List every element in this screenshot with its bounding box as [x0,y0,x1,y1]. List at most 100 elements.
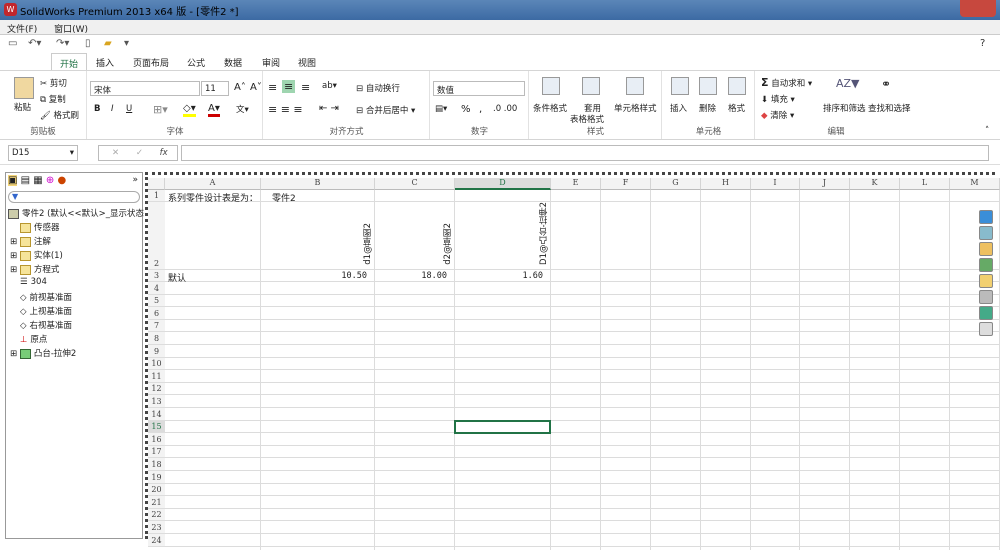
tab-home[interactable]: 开始 [51,53,88,71]
tree-item-origin[interactable]: ⊥ 原点 [20,333,47,345]
format-painter-button[interactable]: 🖌 格式刷 [40,109,79,121]
close-window-button[interactable] [960,0,996,17]
display-manager-tab-icon[interactable]: ● [58,175,67,186]
insert-cells-icon[interactable] [671,77,689,95]
tab-formulas[interactable]: 公式 [187,56,205,69]
row-header-19[interactable]: 19 [148,471,165,484]
accounting-icon[interactable]: ▤▾ [435,104,447,114]
grow-font-icon[interactable]: A˄ [234,82,246,93]
cell-styles-icon[interactable] [626,77,644,95]
expand-panel-icon[interactable]: » [132,175,138,185]
indent-icon[interactable]: ⇤ ⇥ [319,103,339,114]
paste-icon[interactable] [14,77,34,99]
dimxpert-tab-icon[interactable]: ⊕ [46,175,54,186]
row-header-4[interactable]: 4 [148,282,165,295]
row-header-8[interactable]: 8 [148,332,165,345]
file-explorer-icon[interactable] [979,242,993,256]
tree-item-material[interactable]: ☰ 304 [20,277,47,287]
insert-cells-button[interactable]: 插入 [670,102,687,114]
orientation-icon[interactable]: ab▾ [322,81,337,91]
align-left-icon[interactable]: ≡ ≡ ≡ [268,103,303,116]
save-icon[interactable]: ▭ [8,38,17,49]
cell-styles-button[interactable]: 单元格样式 [614,102,657,114]
tree-item-front-plane[interactable]: ◇ 前视基准面 [20,291,72,303]
row-header-24[interactable]: 24 [148,534,165,547]
cut-button[interactable]: ✂ 剪切 [40,77,67,89]
redo-icon[interactable]: ↷▾ [56,38,69,49]
column-header-C[interactable]: C [375,178,455,190]
shrink-font-icon[interactable]: A˅ [250,82,262,93]
undo-icon[interactable]: ↶▾ [28,38,41,49]
column-header-G[interactable]: G [651,178,701,190]
fill-button[interactable]: ⬇ 填充 ▾ [761,93,795,105]
row-header-20[interactable]: 20 [148,483,165,497]
function-icon[interactable]: fx [160,148,168,158]
name-box[interactable]: D15 ▾ [8,145,78,161]
folder-icon[interactable] [979,274,993,288]
resources-icon[interactable] [979,210,993,224]
align-bottom-icon[interactable]: ≡ [301,81,310,94]
column-header-D[interactable]: D [455,178,551,190]
row-header-2[interactable]: 2 [148,202,165,270]
row-header-7[interactable]: 7 [148,319,165,333]
number-format-select[interactable]: 数值 [433,81,525,96]
tab-data[interactable]: 数据 [224,56,242,69]
cell-B1[interactable]: 零件2 [272,191,296,204]
row-header-17[interactable]: 17 [148,445,165,459]
font-color-icon[interactable]: A▾ [208,103,220,117]
column-header-F[interactable]: F [601,178,651,190]
tree-item-annotations[interactable]: ⊞ 注解 [10,235,51,247]
row-header-5[interactable]: 5 [148,294,165,308]
column-header-H[interactable]: H [701,178,751,190]
row-header-14[interactable]: 14 [148,408,165,421]
cell-B2[interactable]: d1@草图2 [362,223,374,265]
row-header-23[interactable]: 23 [148,521,165,534]
column-header-A[interactable]: A [165,178,261,190]
format-cells-icon[interactable] [728,77,746,95]
tree-item-boss-extrude2[interactable]: ⊞ 凸台-拉伸2 [10,347,76,359]
tab-review[interactable]: 审阅 [262,56,280,69]
cell-A1[interactable]: 系列零件设计表是为： [168,191,258,204]
row-header-11[interactable]: 11 [148,370,165,383]
collapse-ribbon-icon[interactable]: ˄ [985,126,989,136]
wrap-text-button[interactable]: ⊟ 自动换行 [356,82,400,94]
menu-file[interactable]: 文件(F) [0,20,44,37]
cell-C2[interactable]: d2@草图2 [442,223,454,265]
align-middle-icon[interactable]: ≡ [282,80,296,93]
format-cells-button[interactable]: 格式 [728,102,745,114]
row-header-15[interactable]: 15 [148,420,165,434]
sort-filter-button[interactable]: 排序和筛选 [823,102,866,114]
table-format-icon[interactable] [582,77,600,95]
new-file-icon[interactable]: ▯ [85,38,91,49]
percent-button[interactable]: % [461,104,471,115]
font-name-select[interactable]: 宋体 [90,81,200,96]
tab-view[interactable]: 视图 [298,56,316,69]
column-header-M[interactable]: M [950,178,1000,190]
help-icon[interactable]: ? [980,38,985,49]
paste-button[interactable]: 粘贴 [14,101,31,113]
bold-button[interactable]: B [94,104,100,114]
row-header-1[interactable]: 1 [148,190,165,202]
selected-cell-D15[interactable] [454,419,551,434]
row-header-13[interactable]: 13 [148,395,165,408]
formula-input[interactable] [181,145,989,161]
row-header-9[interactable]: 9 [148,345,165,358]
row-header-3[interactable]: 3 [148,270,165,282]
cell-D2[interactable]: D1@凸台-拉伸2 [538,202,550,265]
underline-button[interactable]: U [126,104,132,114]
customize-icon[interactable]: ▾ [124,38,129,49]
row-header-10[interactable]: 10 [148,357,165,371]
cell-B3[interactable]: 10.50 [341,271,367,281]
tree-root[interactable]: 零件2 (默认<<默认>_显示状态 [8,207,144,219]
cell-C3[interactable]: 18.00 [421,271,447,281]
design-library-icon[interactable] [979,226,993,240]
column-header-B[interactable]: B [261,178,375,190]
copy-button[interactable]: ⧉ 复制 [40,93,66,105]
column-header-L[interactable]: L [900,178,950,190]
phonetic-icon[interactable]: 文▾ [236,103,249,115]
cell-D3[interactable]: 1.60 [523,271,543,281]
column-header-J[interactable]: J [800,178,850,190]
appearances-icon[interactable] [979,290,993,304]
configuration-manager-tab-icon[interactable]: ▦ [33,175,42,186]
row-header-6[interactable]: 6 [148,307,165,320]
